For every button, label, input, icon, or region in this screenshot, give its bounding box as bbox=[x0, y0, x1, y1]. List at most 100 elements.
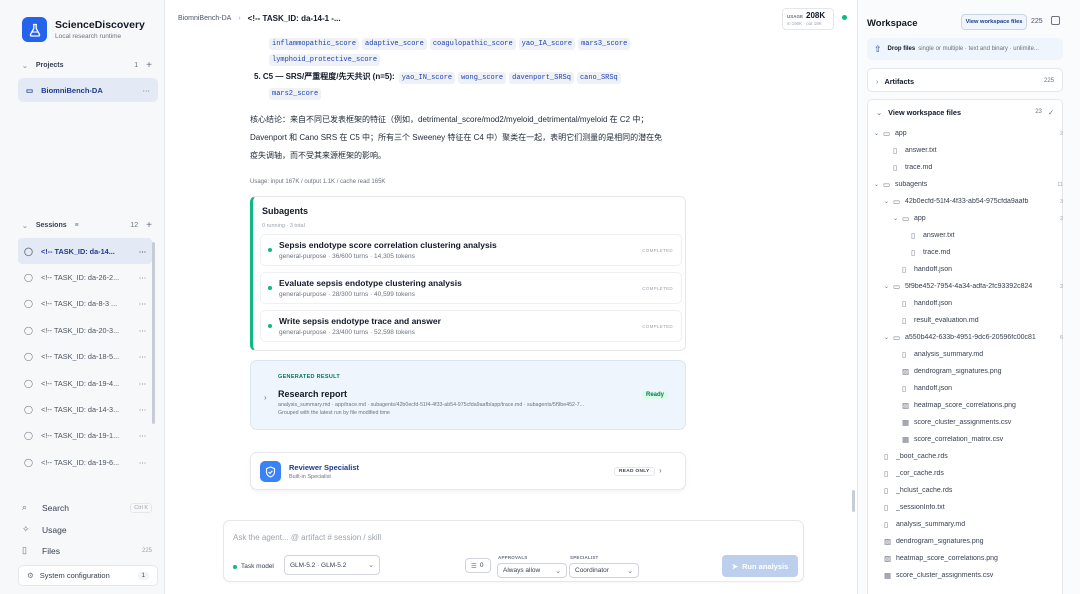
tree-file[interactable]: ▯ trace.md bbox=[867, 244, 1063, 261]
tree-folder[interactable]: ⌄ ▭ 42b0ecfd-51f4-4f33-ab54-975cfda9aafb 3 bbox=[867, 193, 1063, 210]
tree-file[interactable]: ▯ result_evaluation.md bbox=[867, 312, 1063, 329]
main-scrollbar[interactable] bbox=[852, 490, 855, 512]
composer-input[interactable]: Ask the agent... @ artifact # session / … bbox=[233, 533, 381, 542]
tree-file[interactable]: ▯ _hclust_cache.rds bbox=[867, 482, 1063, 499]
tree-file[interactable]: ▯ analysis_summary.md bbox=[867, 346, 1063, 363]
more-icon[interactable]: ⋯ bbox=[143, 86, 151, 95]
subagent-state: COMPLETED bbox=[642, 324, 673, 329]
system-config-button[interactable]: ⚙ System configuration 1 bbox=[18, 565, 158, 586]
workspace-files-header[interactable]: ⌄ View workspace files 23 ✓ bbox=[868, 100, 1062, 124]
session-item[interactable]: ◯ <!-- TASK_ID: da-19-1... ⋯ bbox=[18, 423, 152, 449]
tree-folder[interactable]: ⌄ ▭ a550b442-633b-4951-9dc6-20596fc00c81 6 bbox=[867, 329, 1063, 346]
tree-label: app bbox=[914, 215, 926, 222]
projects-header[interactable]: ⌄ Projects 1 + bbox=[22, 60, 152, 71]
tree-label: app bbox=[895, 130, 907, 137]
breadcrumb-project[interactable]: BiomniBench-DA bbox=[178, 15, 231, 22]
artifacts-label: Artifacts bbox=[884, 76, 915, 86]
tree-label: trace.md bbox=[905, 164, 933, 171]
filter-icon[interactable]: ≡ bbox=[75, 222, 79, 229]
generated-result-card[interactable]: › GENERATED RESULT Research report analy… bbox=[250, 360, 686, 430]
more-icon[interactable]: ⋯ bbox=[139, 458, 146, 467]
tree-count: 2 bbox=[1059, 215, 1063, 222]
panel-toggle-icon[interactable] bbox=[1051, 16, 1060, 25]
code-token: cano_SRSq bbox=[576, 72, 621, 84]
view-workspace-files-button[interactable]: View workspace files bbox=[961, 14, 1027, 30]
subagent-item[interactable]: Evaluate sepsis endotype clustering anal… bbox=[260, 272, 682, 304]
status-dot bbox=[268, 248, 272, 252]
reviewer-card[interactable]: Reviewer Specialist Built-in Specialist … bbox=[250, 452, 686, 490]
specialist-select[interactable]: Coordinator ⌄ bbox=[569, 563, 639, 578]
subagent-item[interactable]: Sepsis endotype score correlation cluste… bbox=[260, 234, 682, 266]
sessions-scrollbar[interactable] bbox=[152, 242, 155, 424]
send-icon: ➤ bbox=[731, 561, 738, 571]
tree-file[interactable]: ▯ _sessionInfo.txt bbox=[867, 499, 1063, 516]
tree-file[interactable]: ▯ answer.txt bbox=[867, 227, 1063, 244]
tree-file[interactable]: ▯ handoff.json bbox=[867, 261, 1063, 278]
tree-file[interactable]: ▦ score_cluster_assignments.csv bbox=[867, 567, 1063, 584]
add-project-icon[interactable]: + bbox=[146, 60, 152, 71]
artifacts-section[interactable]: › Artifacts 225 bbox=[867, 68, 1063, 92]
more-icon[interactable]: ⋯ bbox=[139, 299, 146, 308]
more-icon[interactable]: ⋯ bbox=[139, 379, 146, 388]
session-item[interactable]: ◯ <!-- TASK_ID: da-8-3 ... ⋯ bbox=[18, 291, 152, 317]
chat-bubble-icon: ◯ bbox=[24, 246, 33, 256]
search-icon: ⌕ bbox=[22, 502, 28, 512]
more-icon[interactable]: ⋯ bbox=[139, 405, 146, 414]
chat-bubble-icon: ◯ bbox=[24, 431, 33, 441]
tree-file[interactable]: ▨ dendrogram_signatures.png bbox=[867, 533, 1063, 550]
tree-label: heatmap_score_correlations.png bbox=[896, 555, 998, 562]
more-icon[interactable]: ⋯ bbox=[139, 247, 146, 256]
session-item[interactable]: ◯ <!-- TASK_ID: da-26-2... ⋯ bbox=[18, 264, 152, 290]
session-item[interactable]: ◯ <!-- TASK_ID: da-14... ⋯ bbox=[18, 238, 152, 265]
tree-count: 11 bbox=[1057, 181, 1063, 188]
tree-file[interactable]: ▦ score_correlation_matrix.csv bbox=[867, 431, 1063, 448]
session-item[interactable]: ◯ <!-- TASK_ID: da-18-5... ⋯ bbox=[18, 344, 152, 370]
tree-folder[interactable]: ⌄ ▭ app 2 bbox=[867, 125, 1063, 142]
tree-file[interactable]: ▯ _boot_cache.rds bbox=[867, 448, 1063, 465]
file-icon: ▯ bbox=[911, 248, 916, 257]
tree-file[interactable]: ▨ heatmap_score_correlations.png bbox=[867, 550, 1063, 567]
add-session-icon[interactable]: + bbox=[146, 220, 152, 231]
tree-file[interactable]: ▯ answer.txt bbox=[867, 142, 1063, 159]
files-nav[interactable]: ▯ Files 225 bbox=[22, 545, 152, 556]
subagent-item[interactable]: Write sepsis endotype trace and answer g… bbox=[260, 310, 682, 342]
chevron-right-icon: › bbox=[238, 14, 241, 22]
tree-label: heatmap_score_correlations.png bbox=[914, 402, 1016, 409]
file-icon: ▯ bbox=[22, 545, 27, 555]
sessions-header[interactable]: ⌄ Sessions ≡ 12 + bbox=[22, 220, 152, 231]
session-item[interactable]: ◯ <!-- TASK_ID: da-19-6... ⋯ bbox=[18, 449, 152, 475]
tree-file[interactable]: ▨ dendrogram_signatures.png bbox=[867, 363, 1063, 380]
run-analysis-button[interactable]: ➤ Run analysis bbox=[722, 555, 798, 577]
status-dot bbox=[842, 15, 847, 20]
tree-file[interactable]: ▯ _cor_cache.rds bbox=[867, 465, 1063, 482]
project-item[interactable]: ▭ BiomniBench-DA ⋯ bbox=[18, 78, 158, 102]
task-model-select[interactable]: GLM-5.2 · GLM-5.2 ⌄ bbox=[284, 555, 380, 575]
more-icon[interactable]: ⋯ bbox=[139, 431, 146, 440]
tree-file[interactable]: ▦ score_cluster_assignments.csv bbox=[867, 414, 1063, 431]
session-item[interactable]: ◯ <!-- TASK_ID: da-20-3... ⋯ bbox=[18, 317, 152, 343]
approvals-select[interactable]: Always allow ⌄ bbox=[497, 563, 567, 578]
tree-label: handoff.json bbox=[914, 385, 953, 392]
context-count: 0 bbox=[479, 562, 484, 569]
tree-folder[interactable]: ⌄ ▭ subagents 11 bbox=[867, 176, 1063, 193]
usage-nav[interactable]: ✧ Usage bbox=[22, 524, 152, 535]
tree-file[interactable]: ▯ handoff.json bbox=[867, 380, 1063, 397]
usage-badge[interactable]: USAGE 208K in 190K · out 18K bbox=[782, 8, 834, 30]
context-button[interactable]: ☰ 0 bbox=[465, 558, 491, 573]
session-item[interactable]: ◯ <!-- TASK_ID: da-14-3... ⋯ bbox=[18, 396, 152, 422]
tree-folder[interactable]: ⌄ ▭ 5f9be452-7954-4a34-adfa-2fc93392c824 2 bbox=[867, 278, 1063, 295]
search-nav[interactable]: ⌕ Search Ctrl K bbox=[22, 502, 152, 513]
generated-paths: analysis_summary.md · app/trace.md · sub… bbox=[278, 402, 585, 408]
more-icon[interactable]: ⋯ bbox=[139, 273, 146, 282]
database-icon: ☰ bbox=[471, 562, 477, 570]
more-icon[interactable]: ⋯ bbox=[139, 352, 146, 361]
more-icon[interactable]: ⋯ bbox=[139, 326, 146, 335]
session-item[interactable]: ◯ <!-- TASK_ID: da-19-4... ⋯ bbox=[18, 370, 152, 396]
list-item-label: 5. C5 — SRS/严重程度/先天共识 (n=5): bbox=[254, 72, 395, 81]
tree-file[interactable]: ▯ trace.md bbox=[867, 159, 1063, 176]
tree-file[interactable]: ▨ heatmap_score_correlations.png bbox=[867, 397, 1063, 414]
tree-file[interactable]: ▯ analysis_summary.md bbox=[867, 516, 1063, 533]
drop-zone[interactable]: ⇧ Drop files single or multiple · text a… bbox=[867, 38, 1063, 60]
tree-folder[interactable]: ⌄ ▭ app 2 bbox=[867, 210, 1063, 227]
tree-file[interactable]: ▯ handoff.json bbox=[867, 295, 1063, 312]
